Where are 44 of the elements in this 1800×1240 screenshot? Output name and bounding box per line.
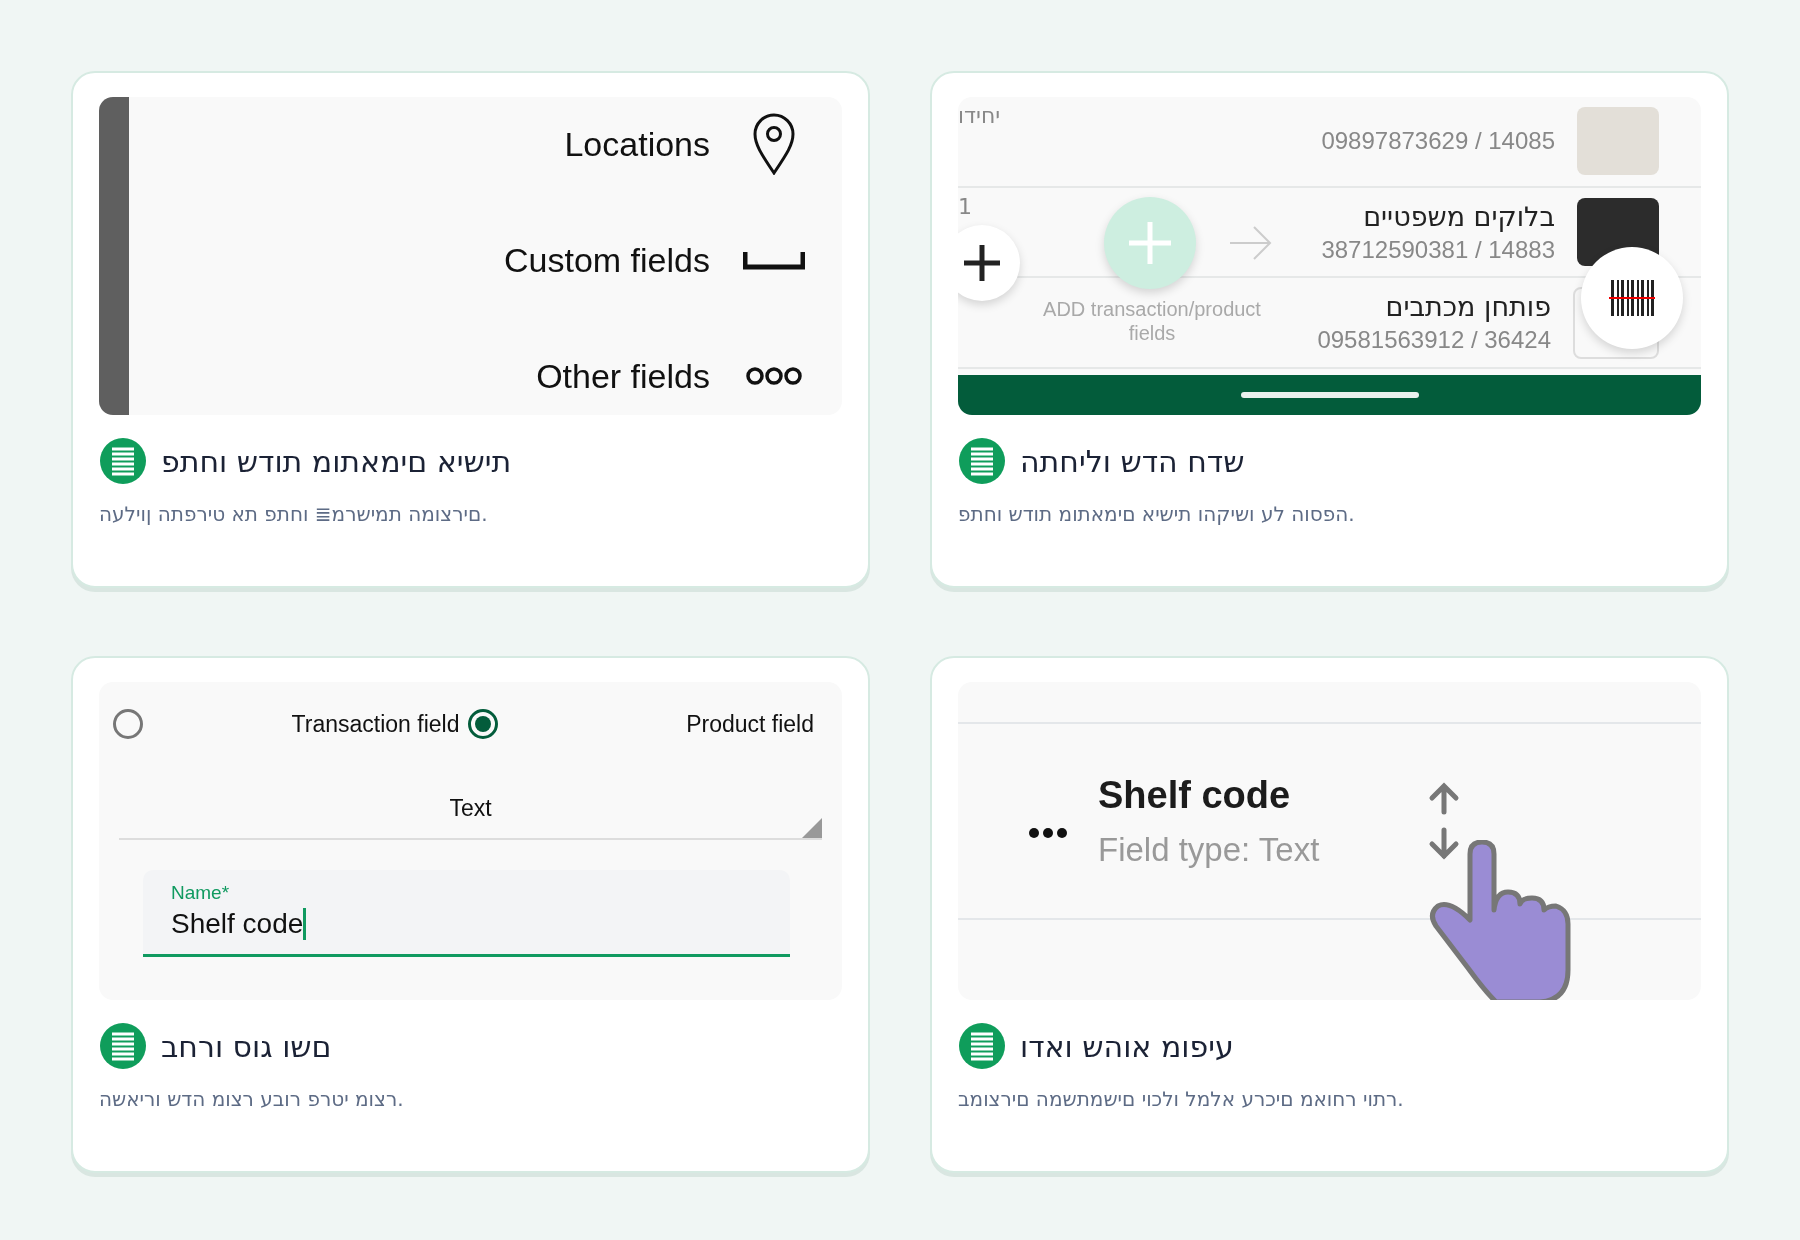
- plus-icon: [962, 243, 1002, 283]
- list-circle-icon: [99, 1022, 147, 1070]
- card-title: תישיא םימאתומ תודש וחתפ: [161, 443, 512, 479]
- unit-label: יחידו: [958, 102, 1002, 128]
- radio-button[interactable]: [113, 709, 143, 739]
- add-field-button[interactable]: [1104, 197, 1196, 289]
- home-handle[interactable]: [1240, 392, 1419, 398]
- map-pin-icon: [752, 113, 796, 175]
- barcode-icon: [1609, 280, 1655, 316]
- list-circle-icon: [99, 437, 147, 485]
- card-description: הפסוה לע ושיקהו תישיא םימאתומ תודש וחתפ.: [958, 501, 1355, 528]
- product-name: בלוקים משפטיים: [1363, 200, 1555, 232]
- card-title: עיפומ אוהש ואדו: [1020, 1028, 1234, 1064]
- menu-item-label[interactable]: Locations: [564, 124, 710, 164]
- radio-label[interactable]: Product field: [686, 710, 814, 738]
- more-dots-icon: [745, 366, 803, 386]
- product-code: 09897873629 / 14085: [1321, 127, 1555, 156]
- product-name: פותחן מכתבים: [1385, 291, 1551, 323]
- product-code: 38712590381 / 14883: [1321, 235, 1555, 264]
- product-code: 09581563912 / 36424: [1317, 326, 1551, 355]
- field-type: Field type: Text: [1098, 830, 1320, 869]
- dropdown-corner-icon: [802, 818, 822, 838]
- list-circle-icon: [958, 1022, 1006, 1070]
- radio-label[interactable]: Transaction field: [291, 710, 460, 738]
- type-dropdown[interactable]: Text: [119, 778, 822, 840]
- card-title: שדח הדש וליחתה: [1020, 443, 1245, 479]
- space-bracket-icon: [743, 250, 805, 270]
- menu-item-label[interactable]: Custom fields: [504, 240, 710, 280]
- plus-icon: [1127, 220, 1173, 266]
- card-description: רצומ יטרפ רובע רצומ הדש וריאשה.: [99, 1086, 404, 1113]
- card-description: רתוי רחואמ םיכרע אלמל ולכוי םישמתשמה םירצומב.: [958, 1086, 1404, 1113]
- add-button[interactable]: [958, 225, 1020, 301]
- field-name: Shelf code: [1098, 773, 1292, 817]
- menu-item-label[interactable]: Other fields: [536, 356, 710, 396]
- radio-button[interactable]: [467, 709, 498, 739]
- card-title: םשו גוס ורחב: [161, 1028, 332, 1064]
- scan-button[interactable]: [1581, 247, 1683, 349]
- more-dots-icon: [1028, 827, 1068, 839]
- list-circle-icon: [958, 437, 1006, 485]
- hint-text: ADD transaction/product fields: [1042, 297, 1262, 345]
- card-description: םירצומה תמישרמ≣ וחתפ תא טירפתה ןוילעה.: [99, 501, 488, 528]
- pointing-hand-icon: [1428, 840, 1572, 1000]
- unit-label: 1: [958, 192, 973, 219]
- name-input-field[interactable]: Name* Shelf code: [143, 870, 790, 957]
